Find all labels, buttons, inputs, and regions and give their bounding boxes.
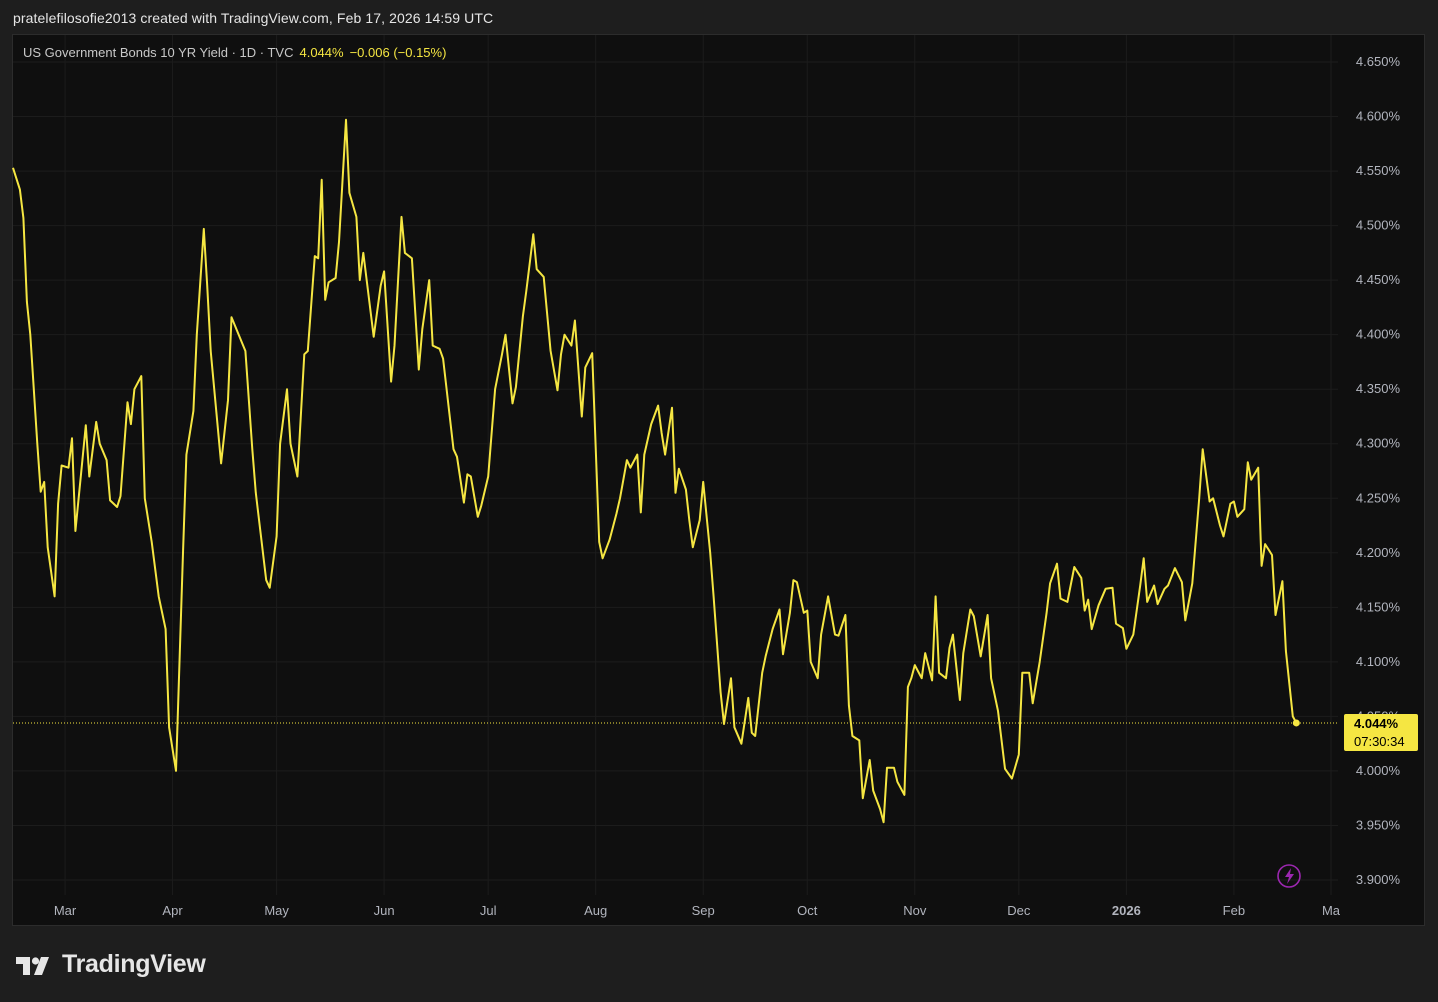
y-tick-label: 4.350% (1356, 381, 1401, 396)
x-tick-label: Oct (797, 903, 818, 918)
grid-lines (13, 35, 1338, 895)
legend-last-value: 4.044% (299, 45, 344, 60)
legend-symbol: US Government Bonds 10 YR Yield · 1D · T… (23, 45, 294, 60)
y-tick-label: 4.000% (1356, 763, 1401, 778)
last-price-label: 4.044% 07:30:34 (1344, 713, 1418, 751)
x-tick-label: Feb (1223, 903, 1245, 918)
y-tick-label: 4.200% (1356, 545, 1401, 560)
last-price-countdown: 07:30:34 (1354, 734, 1405, 749)
y-tick-label: 4.600% (1356, 109, 1401, 124)
y-tick-label: 4.450% (1356, 272, 1401, 287)
last-price-dot (1292, 719, 1300, 727)
tradingview-logo-icon (16, 956, 49, 975)
y-tick-label: 4.650% (1356, 54, 1401, 69)
x-tick-label: Jun (374, 903, 395, 918)
y-tick-label: 4.150% (1356, 599, 1401, 614)
last-price-value: 4.044% (1354, 716, 1399, 731)
x-tick-label: Jul (480, 903, 497, 918)
y-tick-label: 4.100% (1356, 654, 1401, 669)
y-tick-label: 3.900% (1356, 872, 1401, 887)
y-tick-label: 4.400% (1356, 327, 1401, 342)
y-tick-label: 4.300% (1356, 436, 1401, 451)
y-tick-label: 4.500% (1356, 218, 1401, 233)
x-tick-label: May (264, 903, 289, 918)
lightning-icon[interactable] (1277, 864, 1301, 888)
x-tick-label: Apr (162, 903, 183, 918)
x-tick-label: Aug (584, 903, 607, 918)
tradingview-wordmark: TradingView (62, 950, 206, 978)
time-axis: Mar Apr May Jun Jul Aug Sep Oct Nov Dec 2026 Feb Ma (54, 903, 1341, 918)
chart-legend: US Government Bonds 10 YR Yield · 1D · T… (23, 45, 446, 60)
y-tick-label: 4.250% (1356, 490, 1401, 505)
y-tick-label: 4.550% (1356, 163, 1401, 178)
tradingview-logo[interactable]: TradingView (16, 950, 206, 979)
x-tick-label: Sep (692, 903, 715, 918)
price-chart[interactable]: 4.650% 4.600% 4.550% 4.500% 4.450% 4.400% 4.35… (0, 0, 1438, 1002)
price-axis: 4.650% 4.600% 4.550% 4.500% 4.450% 4.400% 4.35… (1356, 54, 1401, 887)
x-tick-label: Mar (54, 903, 77, 918)
x-tick-label: Nov (903, 903, 927, 918)
y-tick-label: 3.950% (1356, 817, 1401, 832)
legend-change: −0.006 (−0.15%) (349, 45, 447, 60)
x-tick-label: Ma (1322, 903, 1341, 918)
x-tick-label: 2026 (1112, 903, 1141, 918)
x-tick-label: Dec (1007, 903, 1031, 918)
